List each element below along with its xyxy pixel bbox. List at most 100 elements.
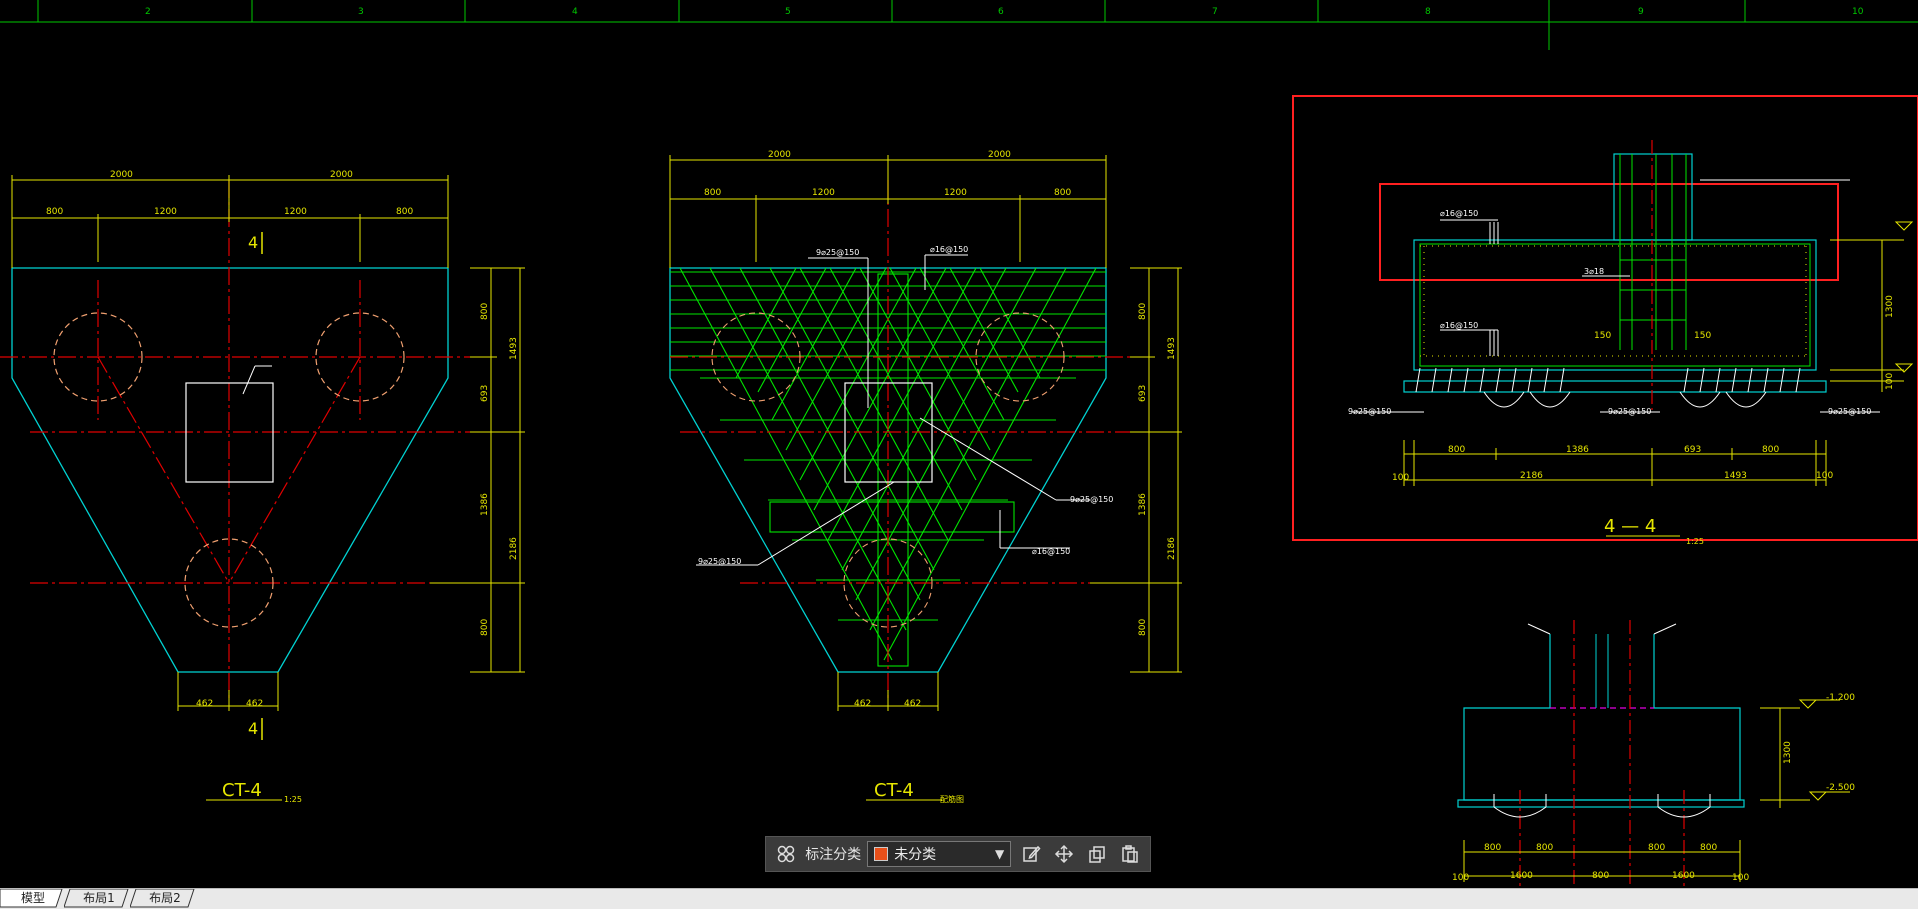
ruler-label: 2 [145,7,151,17]
ruler-label: 9 [1638,7,1644,17]
dim-label: 150 [1694,331,1711,341]
tab-model[interactable]: 模型 [0,889,66,908]
dim-label: 1200 [154,207,177,217]
rebar-label: 9⌀25@150 [1070,495,1113,504]
dim-label: 462 [246,699,263,709]
dim-label: 800 [1484,843,1501,853]
dim-label: 1200 [944,188,967,198]
section-mark: 4 [248,719,258,738]
cad-drawing-canvas[interactable]: 2 3 4 5 6 7 8 9 10 2000 2000 800 1200 12… [0,0,1918,888]
chevron-down-icon: ▼ [995,847,1005,861]
dim-label: 800 [1448,445,1465,455]
dim-label: 693 [480,385,490,402]
dim-label: 1493 [1167,337,1177,360]
dim-label: 1386 [480,493,490,516]
paste-icon[interactable] [1117,840,1144,868]
dim-label: 2000 [988,150,1011,160]
rebar-label: 9⌀25@150 [1828,407,1871,416]
section-lower[interactable]: -1.200 -2.500 1300 800 800 800 800 100 1… [1452,620,1855,888]
rebar-label: 9⌀25@150 [1608,407,1651,416]
dim-label: 800 [480,303,490,320]
elevation-label: -2.500 [1826,783,1855,793]
dim-label: 1600 [1672,871,1695,881]
ruler-label: 3 [358,7,364,17]
dim-label: 1300 [1783,741,1793,764]
category-color-swatch [874,847,889,861]
tab-label: 布局1 [83,891,115,905]
dim-label: 800 [1592,871,1609,881]
dropdown-selected-value: 未分类 [894,847,937,863]
dim-label: 2000 [768,150,791,160]
dim-label: 800 [480,619,490,636]
dim-label: 100 [1392,473,1409,483]
dim-label: 693 [1684,445,1701,455]
dim-label: 2186 [1167,537,1177,560]
rebar-label: 9⌀25@150 [1348,407,1391,416]
dim-label: 800 [396,207,413,217]
dim-label: 1600 [1510,871,1533,881]
annotation-category-dropdown[interactable]: 未分类 ▼ [867,841,1012,867]
rebar-plan-view[interactable]: 2000 2000 800 1200 1200 800 462 462 800 … [669,150,1182,804]
dim-label: 1200 [812,188,835,198]
dim-label: 800 [1138,303,1148,320]
dim-label: 100 [1885,373,1895,390]
dim-label: 462 [854,699,871,709]
tab-layout1[interactable]: 布局1 [64,889,134,908]
ruler-label: 5 [785,7,791,17]
drawing-title: CT-4 [222,780,262,801]
selection-frame-inner[interactable] [1379,183,1839,281]
annotation-category-label: 标注分类 [805,847,862,863]
ruler-label: 7 [1212,7,1218,17]
dim-label: 800 [46,207,63,217]
ruler-label: 6 [998,7,1004,17]
rebar-label: ⌀16@150 [930,245,968,254]
rebar-label: 3⌀18 [1584,267,1604,276]
dim-label: 2186 [509,537,519,560]
dim-label: 800 [1138,619,1148,636]
ruler-label: 8 [1425,7,1431,17]
dim-label: 800 [704,188,721,198]
dim-label: 150 [1594,331,1611,341]
move-icon[interactable] [1050,840,1077,868]
tab-label: 模型 [20,891,45,905]
dim-label: 800 [1762,445,1779,455]
tab-layout2[interactable]: 布局2 [130,889,200,908]
elevation-label: -1.200 [1826,693,1855,703]
dim-label: 800 [1536,843,1553,853]
dim-label: 1386 [1566,445,1589,455]
dim-label: 800 [1054,188,1071,198]
section-4-4[interactable]: 800 1386 693 800 100 2186 1493 100 1300 … [1292,95,1918,546]
drawing-scale: 1:25 [284,795,302,804]
section-mark: 4 [248,233,258,252]
dim-label: 693 [1138,385,1148,402]
dim-label: 1200 [284,207,307,217]
ruler [0,0,1918,50]
grid-icon[interactable] [772,840,799,868]
dim-label: 462 [904,699,921,709]
rebar-label: 9⌀25@150 [816,248,859,257]
section-scale: 1:25 [1686,537,1704,546]
drawing-title: CT-4 [874,780,914,801]
rebar-label: ⌀16@150 [1032,547,1070,556]
layout-tab-bar: 模型 布局1 布局2 [0,888,1918,909]
dim-label: 1386 [1138,493,1148,516]
dim-label: 100 [1452,873,1469,883]
annotation-toolbar[interactable]: 标注分类 未分类 ▼ [765,836,1151,872]
dim-label: 2000 [110,170,133,180]
plan-view-left[interactable]: 2000 2000 800 1200 1200 800 462 462 800 … [0,170,525,804]
dim-label: 1493 [1724,471,1747,481]
dim-label: 2186 [1520,471,1543,481]
copy-icon[interactable] [1084,840,1111,868]
rebar-label: ⌀16@150 [1440,321,1478,330]
ruler-label: 4 [572,7,578,17]
dim-label: 462 [196,699,213,709]
drawing-subtitle: 配筋图 [940,794,964,804]
edit-icon[interactable] [1017,840,1044,868]
rebar-label: ⌀16@150 [1440,209,1478,218]
dim-label: 100 [1816,471,1833,481]
section-title: 4 — 4 [1604,516,1656,537]
dim-label: 800 [1700,843,1717,853]
dim-label: 1493 [509,337,519,360]
dim-label: 2000 [330,170,353,180]
rebar-label: 9⌀25@150 [698,557,741,566]
